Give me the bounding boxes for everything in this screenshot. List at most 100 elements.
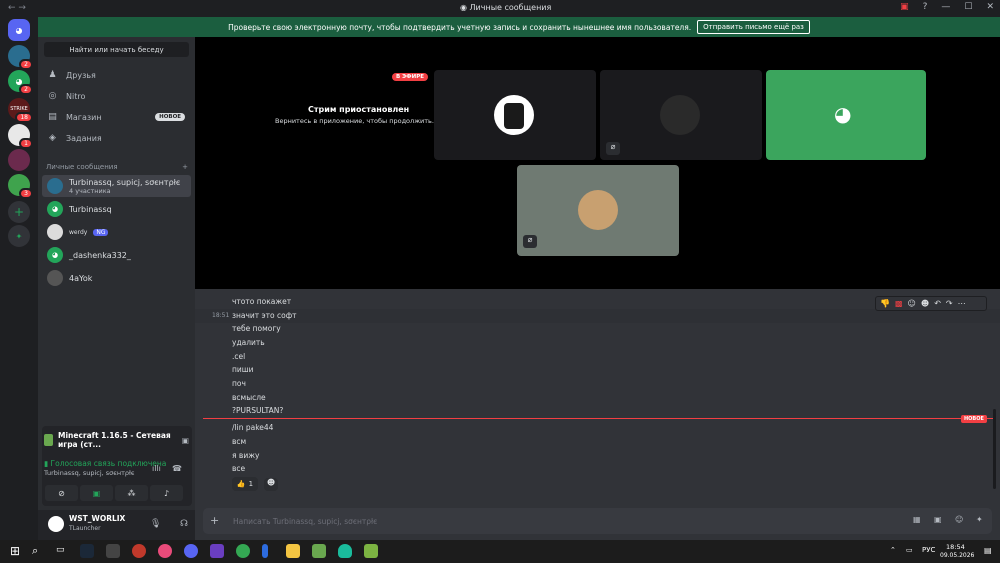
thumbsup-icon: 👍 bbox=[236, 480, 246, 488]
avatar: ◕ bbox=[47, 247, 63, 263]
server-icon[interactable]: ◕ 2 bbox=[8, 70, 33, 95]
server-icon[interactable]: 1 bbox=[8, 124, 33, 149]
participant-tile[interactable]: ⌀ bbox=[600, 70, 762, 160]
search-icon[interactable]: ⌕ bbox=[32, 544, 38, 558]
server-icon[interactable]: 3 bbox=[8, 174, 33, 199]
minecraft-icon[interactable] bbox=[312, 544, 326, 558]
screenshare-button[interactable]: ▣ bbox=[80, 485, 113, 501]
add-server-icon[interactable]: + bbox=[8, 201, 30, 223]
clock-date[interactable]: 09.05.2026 bbox=[940, 552, 974, 559]
resend-email-button[interactable]: Отправить письмо ещё раз bbox=[697, 20, 810, 34]
voice-status: ▮ Голосовая связь подключена bbox=[44, 459, 167, 468]
dm-sidebar: Найти или начать беседу ♟ Друзья ◎ Nitro… bbox=[38, 37, 216, 540]
server-icon[interactable] bbox=[8, 149, 30, 171]
network-icon[interactable]: ▭ bbox=[906, 546, 913, 554]
disconnect-icon[interactable]: ☎ bbox=[172, 464, 182, 473]
clock-time[interactable]: 18:54 bbox=[946, 543, 965, 551]
server-icon[interactable]: 2 bbox=[8, 45, 33, 70]
windows-start-icon[interactable]: ⊞ bbox=[10, 544, 20, 558]
hovered-message-bg bbox=[195, 309, 1000, 323]
dm-item-group[interactable]: Turbinassq, supicj, ѕσєнтρłє 4 участника bbox=[42, 175, 191, 197]
sticker-icon[interactable]: ▣ bbox=[934, 515, 942, 524]
noise-suppression-icon[interactable]: ıllı bbox=[152, 464, 161, 473]
window-controls: ▣ ? — ☐ ✕ bbox=[900, 2, 994, 12]
dm-item[interactable]: 4aYok bbox=[42, 267, 191, 289]
app-icon[interactable] bbox=[158, 544, 172, 558]
new-messages-tag: НОВОЕ bbox=[961, 415, 987, 423]
add-dm-icon[interactable]: + bbox=[182, 163, 188, 171]
app-icon[interactable] bbox=[262, 544, 268, 558]
nav-nitro[interactable]: ◎ Nitro bbox=[44, 87, 189, 105]
participant-tile[interactable]: ◕ bbox=[766, 70, 926, 160]
app-icon[interactable] bbox=[338, 544, 352, 558]
server-rail: ◕ 2 ◕ 2 STRIKE 18 1 3 + ✦ bbox=[0, 17, 38, 540]
soundboard-button[interactable]: ♪ bbox=[150, 485, 183, 501]
gif-icon[interactable]: ▦ bbox=[913, 515, 921, 524]
chrome-icon[interactable] bbox=[236, 544, 250, 558]
add-reaction-icon[interactable]: ☻ bbox=[264, 478, 278, 491]
dm-item[interactable]: ◕ Turbinassq bbox=[42, 198, 191, 220]
home-dm-button[interactable]: ◕ bbox=[8, 19, 30, 41]
more-icon[interactable]: ⋯ bbox=[958, 299, 966, 308]
participant-tile[interactable] bbox=[434, 70, 596, 160]
scrollbar[interactable] bbox=[993, 409, 996, 489]
nav-shop[interactable]: ▤ Магазин НОВОЕ bbox=[44, 108, 189, 126]
activities-button[interactable]: ⁂ bbox=[115, 485, 148, 501]
camera-off-icon: ⊘ bbox=[58, 488, 65, 498]
tray-chevron-icon[interactable]: ⌃ bbox=[890, 546, 896, 554]
task-view-icon[interactable]: ▭ bbox=[56, 545, 65, 555]
forward-icon[interactable]: ↷ bbox=[946, 299, 953, 308]
message-text: чтото покажет bbox=[232, 297, 292, 306]
reaction-smile-icon[interactable]: ☺ bbox=[908, 299, 916, 308]
app-icon[interactable] bbox=[132, 544, 146, 558]
app-icon[interactable] bbox=[106, 544, 120, 558]
back-forward-nav[interactable]: ← → bbox=[8, 3, 26, 13]
close-button[interactable]: ✕ bbox=[986, 2, 994, 12]
minimize-button[interactable]: — bbox=[941, 2, 950, 12]
dm-item[interactable]: ◕ _dashenka332_ bbox=[42, 244, 191, 266]
minecraft-icon[interactable] bbox=[364, 544, 378, 558]
app-icon[interactable] bbox=[210, 544, 224, 558]
maximize-button[interactable]: ☐ bbox=[964, 2, 972, 12]
participant-tile[interactable]: ⌀ bbox=[517, 165, 679, 256]
shop-icon: ▤ bbox=[48, 112, 57, 122]
reaction-chip[interactable]: 👍 1 bbox=[232, 477, 258, 491]
server-icon[interactable]: STRIKE 18 bbox=[8, 98, 33, 123]
search-input[interactable]: Найти или начать беседу bbox=[44, 42, 189, 57]
reaction-angry-icon[interactable]: ▩ bbox=[895, 299, 903, 308]
reaction-thumbsdown-icon[interactable]: 👎 bbox=[880, 299, 890, 308]
apps-icon[interactable]: ✦ bbox=[976, 515, 983, 524]
notifications-icon[interactable]: ▤ bbox=[984, 546, 992, 555]
user-status: TLauncher bbox=[69, 525, 101, 532]
mic-muted-icon: ⌀ bbox=[606, 142, 620, 155]
message-text: ?PURSULTAN? bbox=[232, 406, 284, 415]
message-text: значит это софт bbox=[232, 311, 297, 320]
explore-icon[interactable]: ✦ bbox=[8, 225, 30, 247]
user-avatar[interactable] bbox=[48, 516, 64, 532]
language-indicator[interactable]: РУС bbox=[922, 546, 935, 554]
nav-friends[interactable]: ♟ Друзья bbox=[44, 66, 189, 84]
add-reaction-icon[interactable]: ☻ bbox=[921, 299, 929, 308]
stream-paused-subtitle: Вернитесь в приложение, чтобы продолжить… bbox=[275, 117, 434, 125]
help-icon[interactable]: ? bbox=[923, 2, 928, 12]
discord-taskbar-icon[interactable] bbox=[184, 544, 198, 558]
headset-icon[interactable]: ☊ bbox=[180, 519, 188, 529]
inbox-icon[interactable]: ▣ bbox=[900, 2, 909, 12]
reply-icon[interactable]: ↶ bbox=[934, 299, 941, 308]
new-messages-divider bbox=[203, 418, 993, 419]
steam-icon[interactable] bbox=[80, 544, 94, 558]
stream-icon[interactable]: ▣ bbox=[182, 436, 189, 445]
message-input[interactable]: Написать Turbinassq, supicj, ѕσєнтρłє bbox=[233, 517, 377, 526]
mic-icon[interactable]: 🎙︎ bbox=[150, 519, 161, 529]
add-attachment-icon[interactable]: + bbox=[210, 514, 219, 527]
camera-button[interactable]: ⊘ bbox=[45, 485, 78, 501]
voice-channel[interactable]: Turbinassq, supicj, ѕσєнтρłє bbox=[44, 469, 134, 477]
participant-avatar bbox=[660, 95, 700, 135]
file-explorer-icon[interactable] bbox=[286, 544, 300, 558]
window-title: ◉ Личные сообщения bbox=[460, 3, 552, 12]
dm-item[interactable]: wеrdy NG bbox=[42, 221, 191, 243]
emoji-icon[interactable]: ☺ bbox=[955, 515, 963, 524]
message-text: /lin pake44 bbox=[232, 423, 274, 432]
nav-quests[interactable]: ◈ Задания bbox=[44, 129, 189, 147]
verify-email-text: Проверьте свою электронную почту, чтобы … bbox=[228, 22, 692, 32]
